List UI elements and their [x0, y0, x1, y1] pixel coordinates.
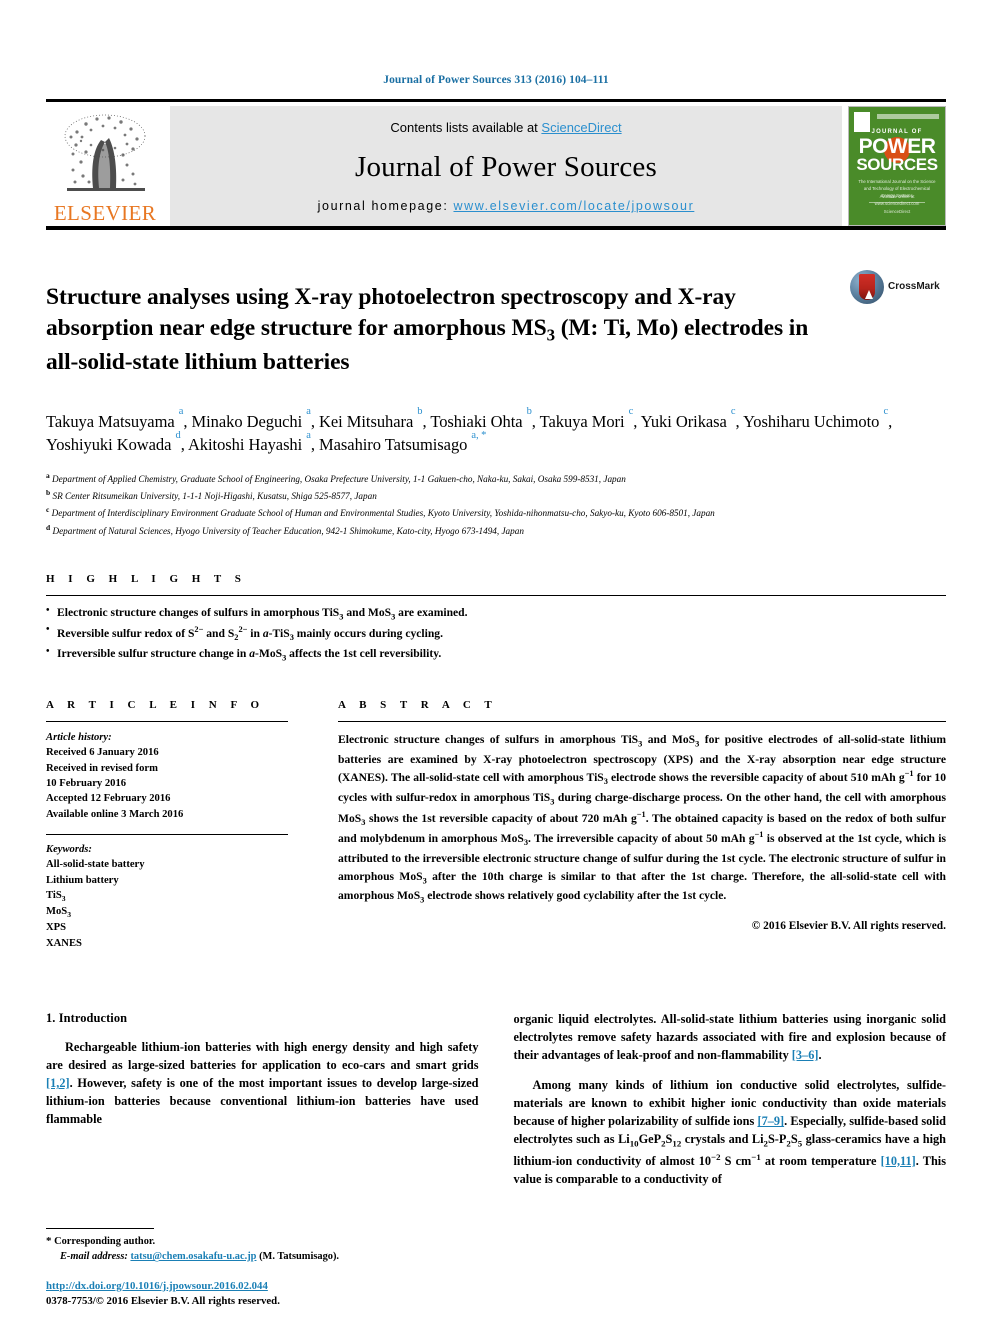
crossmark-label: CrossMark	[888, 281, 940, 292]
keywords-label: Keywords:	[46, 844, 92, 856]
author-item: Masahiro Tatsumisago a, *	[319, 430, 487, 455]
author-item: Toshiaki Ohta b	[430, 406, 532, 431]
author-item: Minako Deguchi a	[191, 406, 311, 431]
contents-available-line: Contents lists available at ScienceDirec…	[390, 120, 621, 135]
citation-link[interactable]: [7–9]	[757, 1114, 784, 1128]
affiliation-item: d Department of Natural Sciences, Hyogo …	[46, 522, 524, 536]
keywords-block: Keywords: All-solid-state battery Lithiu…	[46, 842, 338, 951]
email-label: E-mail address:	[60, 1251, 128, 1263]
affiliation-list: a Department of Applied Chemistry, Gradu…	[46, 470, 946, 538]
crossmark-badge[interactable]: CrossMark	[838, 266, 946, 394]
history-item: Available online 3 March 2016	[46, 808, 184, 820]
journal-masthead: ELSEVIER Contents lists available at Sci…	[46, 106, 946, 226]
footer-doi-block: http://dx.doi.org/10.1016/j.jpowsour.201…	[46, 1276, 506, 1307]
highlights-list: Electronic structure changes of sulfurs …	[46, 603, 946, 665]
masthead-bottom-rule	[46, 226, 946, 230]
affiliation-item: c Department of Interdisciplinary Enviro…	[46, 505, 715, 519]
author-list: Takuya Matsuyama a, Minako Deguchi a, Ke…	[46, 406, 893, 455]
keyword-item: XPS	[46, 922, 67, 934]
corresponding-author-line: * Corresponding author.	[46, 1233, 476, 1250]
homepage-prefix: journal homepage:	[317, 199, 454, 213]
title-block: Structure analyses using X-ray photoelec…	[46, 266, 946, 394]
info-abstract-block: A R T I C L E I N F O Article history: R…	[46, 699, 946, 951]
journal-homepage-line: journal homepage: www.elsevier.com/locat…	[318, 199, 695, 213]
abstract-column: A B S T R A C T Electronic structure cha…	[338, 699, 946, 951]
article-history: Article history: Received 6 January 2016…	[46, 730, 338, 822]
author-item: Yoshiyuki Kowada d	[46, 430, 181, 455]
author-item: Kei Mitsuhara b	[319, 406, 423, 431]
cover-power-text: POWER	[858, 135, 936, 158]
keyword-item: Lithium battery	[46, 874, 119, 886]
citation-link[interactable]: [10,11]	[881, 1154, 916, 1168]
paragraph: Rechargeable lithium-ion batteries with …	[46, 1040, 479, 1127]
abstract-heading: A B S T R A C T	[338, 698, 498, 711]
highlights-section: H I G H L I G H T S Electronic structure…	[46, 573, 946, 665]
author-item: Akitoshi Hayashi a	[187, 430, 311, 455]
paragraph: Among many kinds of lithium ion conducti…	[513, 1078, 947, 1186]
contents-prefix: Contents lists available at	[390, 120, 542, 135]
highlights-heading: H I G H L I G H T S	[46, 572, 247, 585]
abstract-rule	[338, 720, 946, 722]
body-column-left: 1. Introduction Rechargeable lithium-ion…	[46, 1011, 479, 1201]
running-head: Journal of Power Sources 313 (2016) 104–…	[383, 74, 609, 86]
body-column-right: organic liquid electrolytes. All-solid-s…	[514, 1011, 947, 1201]
footnote-rule	[46, 1227, 154, 1229]
journal-homepage-link[interactable]: www.elsevier.com/locate/jpowsour	[453, 199, 694, 213]
history-item: Received in revised form	[46, 762, 158, 774]
corresponding-label: Corresponding author.	[54, 1235, 156, 1247]
history-item: Accepted 12 February 2016	[46, 793, 171, 805]
keyword-item: TiS3	[46, 890, 66, 904]
article-info-rule	[46, 720, 288, 722]
paragraph: organic liquid electrolytes. All-solid-s…	[513, 1012, 947, 1063]
corresponding-star: *	[46, 1234, 52, 1247]
crossmark-icon	[850, 270, 884, 304]
highlights-rule	[46, 594, 946, 596]
affiliation-item: a Department of Applied Chemistry, Gradu…	[46, 471, 626, 485]
body-columns: 1. Introduction Rechargeable lithium-ion…	[46, 1011, 946, 1201]
author-email-link[interactable]: tatsu@chem.osakafu-u.ac.jp	[130, 1251, 256, 1262]
history-item: 10 February 2016	[46, 778, 127, 790]
email-author: (M. Tatsumisago).	[259, 1251, 340, 1263]
author-item: Takuya Mori c	[539, 406, 634, 431]
cover-footer-text: Available online at www.sciencedirect.co…	[874, 194, 920, 214]
doi-link[interactable]: http://dx.doi.org/10.1016/j.jpowsour.201…	[46, 1280, 268, 1292]
article-history-label: Article history:	[46, 731, 112, 743]
cover-top-band	[877, 114, 939, 119]
list-item: Irreversible sulfur structure change in …	[46, 644, 946, 665]
author-item: Takuya Matsuyama a	[46, 406, 184, 431]
author-item: Yuki Orikasa c	[640, 406, 736, 431]
article-info-column: A R T I C L E I N F O Article history: R…	[46, 699, 338, 951]
section-heading-introduction: 1. Introduction	[46, 1011, 128, 1026]
masthead-center-panel: Contents lists available at ScienceDirec…	[170, 106, 842, 226]
elsevier-tree-icon	[64, 114, 146, 191]
article-first-page: Journal of Power Sources 313 (2016) 104–…	[0, 0, 992, 1323]
abstract-text: Electronic structure changes of sulfurs …	[338, 732, 947, 905]
author-item: Yoshiharu Uchimoto c	[743, 406, 889, 431]
keyword-item: XANES	[46, 937, 82, 949]
keyword-item: MoS3	[46, 906, 71, 920]
citation-link[interactable]: [3–6]	[792, 1048, 819, 1062]
list-item: Reversible sulfur redox of S2− and S22− …	[46, 622, 946, 645]
journal-cover-thumbnail: JOURNAL OF POWER SOURCES The Internation…	[848, 106, 946, 226]
masthead-top-rule	[46, 99, 946, 102]
citation-link[interactable]: [1,2]	[46, 1076, 70, 1090]
list-item: Electronic structure changes of sulfurs …	[46, 603, 946, 624]
keyword-item: All-solid-state battery	[46, 859, 145, 871]
cover-sources-text: SOURCES	[856, 155, 938, 174]
abstract-copyright: © 2016 Elsevier B.V. All rights reserved…	[751, 920, 946, 933]
article-info-heading: A R T I C L E I N F O	[46, 698, 265, 711]
journal-title: Journal of Power Sources	[355, 150, 657, 183]
page-title: Structure analyses using X-ray photoelec…	[46, 283, 809, 375]
history-item: Received 6 January 2016	[46, 747, 159, 759]
affiliation-item: b SR Center Ritsumeikan University, 1-1-…	[46, 488, 377, 502]
keywords-rule	[46, 834, 288, 836]
corresponding-author-footnote: * Corresponding author. E-mail address: …	[46, 1227, 476, 1265]
sciencedirect-link[interactable]: ScienceDirect	[541, 120, 621, 135]
email-line: E-mail address: tatsu@chem.osakafu-u.ac.…	[46, 1249, 476, 1265]
elsevier-logo: ELSEVIER	[46, 106, 164, 226]
issn-copyright-line: 0378-7753/© 2016 Elsevier B.V. All right…	[46, 1295, 280, 1307]
elsevier-wordmark: ELSEVIER	[53, 201, 157, 225]
